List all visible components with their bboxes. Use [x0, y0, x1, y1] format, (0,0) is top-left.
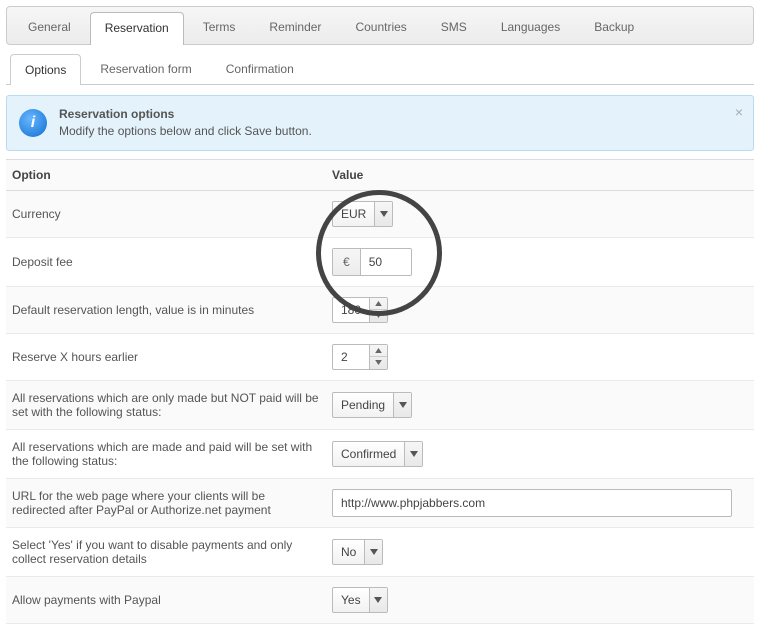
tab-sms[interactable]: SMS [426, 11, 482, 44]
spinner-down-icon[interactable] [370, 309, 387, 322]
sub-tabbar: OptionsReservation formConfirmation [6, 45, 754, 85]
label-confirmed: All reservations which are made and paid… [6, 429, 326, 478]
row-currency: Currency EUR [6, 190, 754, 237]
header-value: Value [326, 159, 754, 190]
subtab-options[interactable]: Options [10, 54, 81, 85]
chevron-down-icon [393, 393, 411, 417]
earlier-spinner [332, 344, 388, 370]
row-paypal: Allow payments with Paypal Yes [6, 576, 754, 623]
info-title: Reservation options [59, 106, 312, 123]
info-icon: i [19, 109, 47, 137]
disable-select[interactable]: No [332, 539, 383, 565]
row-pending: All reservations which are only made but… [6, 380, 754, 429]
url-input[interactable] [332, 489, 732, 517]
spinner-up-icon[interactable] [370, 345, 387, 357]
info-body: Modify the options below and click Save … [59, 123, 312, 140]
chevron-down-icon [369, 588, 387, 612]
row-length: Default reservation length, value is in … [6, 286, 754, 333]
options-table: Option Value Currency EUR Deposit fee € [6, 159, 754, 624]
tab-terms[interactable]: Terms [188, 11, 251, 44]
tab-general[interactable]: General [13, 11, 86, 44]
label-deposit: Deposit fee [6, 237, 326, 286]
chevron-down-icon [404, 442, 422, 466]
chevron-down-icon [364, 540, 382, 564]
header-option: Option [6, 159, 326, 190]
top-tabbar: GeneralReservationTermsReminderCountries… [6, 6, 754, 45]
label-earlier: Reserve X hours earlier [6, 333, 326, 380]
tab-languages[interactable]: Languages [486, 11, 575, 44]
row-disable: Select 'Yes' if you want to disable paym… [6, 527, 754, 576]
currency-select[interactable]: EUR [332, 201, 393, 227]
tab-reminder[interactable]: Reminder [254, 11, 336, 44]
label-currency: Currency [6, 190, 326, 237]
currency-symbol: € [333, 249, 361, 275]
row-url: URL for the web page where your clients … [6, 478, 754, 527]
label-url: URL for the web page where your clients … [6, 478, 326, 527]
label-paypal: Allow payments with Paypal [6, 576, 326, 623]
label-disable: Select 'Yes' if you want to disable paym… [6, 527, 326, 576]
length-input[interactable] [333, 298, 369, 322]
row-confirmed: All reservations which are made and paid… [6, 429, 754, 478]
label-pending: All reservations which are only made but… [6, 380, 326, 429]
label-length: Default reservation length, value is in … [6, 286, 326, 333]
spinner-down-icon[interactable] [370, 356, 387, 369]
row-deposit: Deposit fee € [6, 237, 754, 286]
subtab-reservation-form[interactable]: Reservation form [85, 53, 206, 84]
tab-backup[interactable]: Backup [579, 11, 649, 44]
chevron-down-icon [374, 202, 392, 226]
subtab-confirmation[interactable]: Confirmation [211, 53, 309, 84]
length-spinner [332, 297, 388, 323]
confirmed-select[interactable]: Confirmed [332, 441, 423, 467]
close-icon[interactable]: × [735, 104, 743, 120]
tab-countries[interactable]: Countries [340, 11, 421, 44]
paypal-select[interactable]: Yes [332, 587, 388, 613]
row-earlier: Reserve X hours earlier [6, 333, 754, 380]
earlier-input[interactable] [333, 345, 369, 369]
deposit-input-group: € [332, 248, 412, 276]
info-box: i Reservation options Modify the options… [6, 95, 754, 151]
tab-reservation[interactable]: Reservation [90, 12, 184, 45]
spinner-up-icon[interactable] [370, 298, 387, 310]
deposit-input[interactable] [361, 249, 411, 275]
pending-select[interactable]: Pending [332, 392, 412, 418]
